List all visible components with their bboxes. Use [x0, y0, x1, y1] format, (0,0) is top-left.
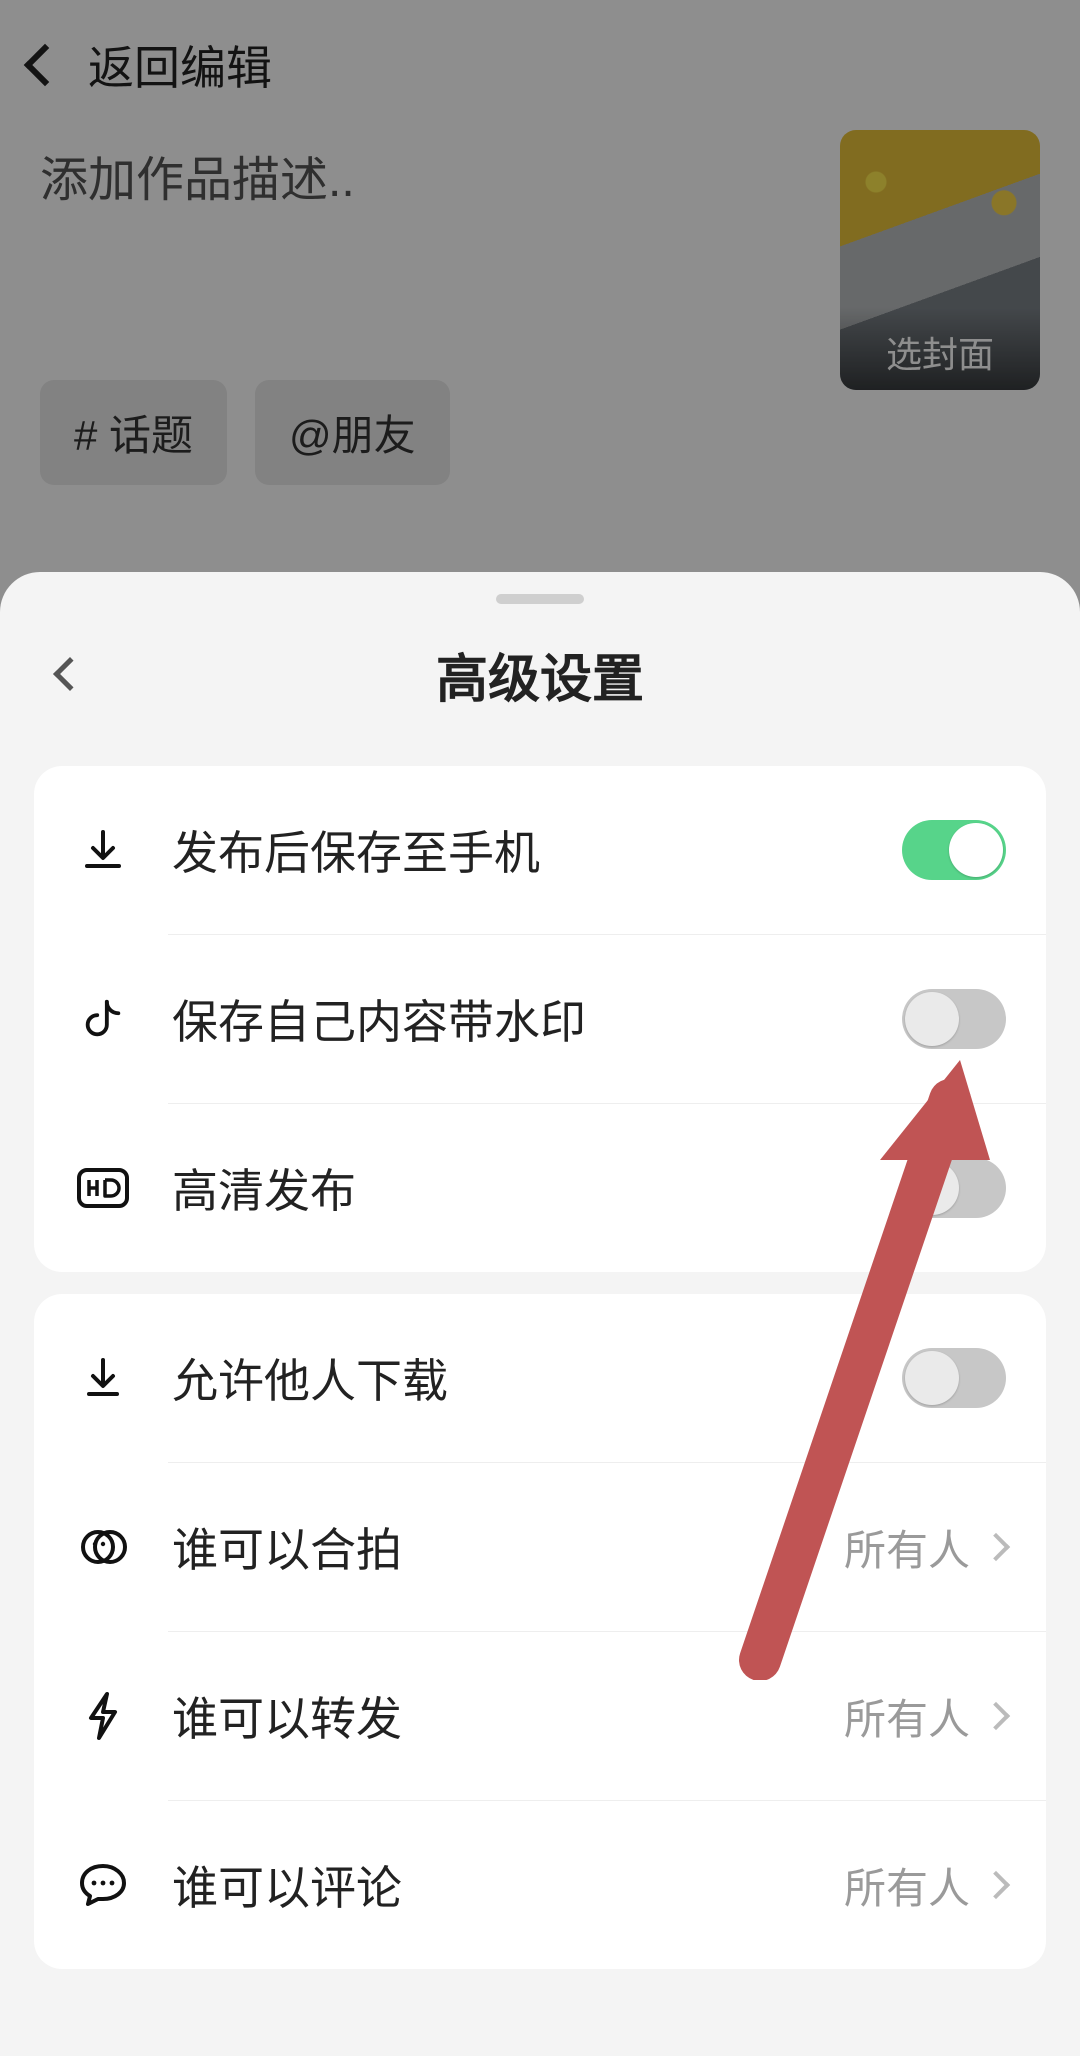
chevron-right-icon: [982, 1702, 1010, 1730]
lightning-icon: [74, 1690, 132, 1742]
toggle-watermark[interactable]: [902, 989, 1006, 1049]
chevron-left-icon: [53, 657, 87, 691]
download-icon: [74, 826, 132, 874]
chevron-right-icon: [982, 1533, 1010, 1561]
row-label: 保存自己内容带水印: [172, 986, 902, 1052]
download-simple-icon: [74, 1354, 132, 1402]
advanced-settings-sheet: 高级设置 发布后保存至手机: [0, 572, 1080, 2056]
row-allow-download[interactable]: 允许他人下载: [34, 1294, 1046, 1462]
toggle-save-to-phone[interactable]: [902, 820, 1006, 880]
sheet-title: 高级设置: [436, 637, 644, 712]
row-label: 谁可以评论: [172, 1852, 844, 1918]
row-label: 高清发布: [172, 1155, 902, 1221]
row-save-to-phone[interactable]: 发布后保存至手机: [34, 766, 1046, 934]
sheet-back-button[interactable]: [46, 650, 94, 698]
comment-icon: [74, 1862, 132, 1908]
row-label: 谁可以合拍: [172, 1514, 844, 1580]
row-label: 允许他人下载: [172, 1345, 902, 1411]
toggle-allow-download[interactable]: [902, 1348, 1006, 1408]
settings-group-1: 发布后保存至手机 保存自己内容带水印: [34, 766, 1046, 1272]
row-label: 发布后保存至手机: [172, 817, 902, 883]
row-value: 所有人: [844, 1855, 970, 1916]
toggle-hd-publish[interactable]: [902, 1158, 1006, 1218]
duet-icon: [74, 1522, 132, 1572]
row-who-share[interactable]: 谁可以转发 所有人: [34, 1632, 1046, 1800]
row-hd-publish[interactable]: 高清发布: [34, 1104, 1046, 1272]
hd-icon: [74, 1168, 132, 1208]
row-who-comment[interactable]: 谁可以评论 所有人: [34, 1801, 1046, 1969]
row-value: 所有人: [844, 1686, 970, 1747]
chevron-right-icon: [982, 1871, 1010, 1899]
row-label: 谁可以转发: [172, 1683, 844, 1749]
row-value: 所有人: [844, 1517, 970, 1578]
douyin-icon: [74, 996, 132, 1042]
settings-group-2: 允许他人下载 谁可以合拍 所有人: [34, 1294, 1046, 1969]
sheet-grabber[interactable]: [496, 594, 584, 604]
row-who-duet[interactable]: 谁可以合拍 所有人: [34, 1463, 1046, 1631]
row-watermark[interactable]: 保存自己内容带水印: [34, 935, 1046, 1103]
